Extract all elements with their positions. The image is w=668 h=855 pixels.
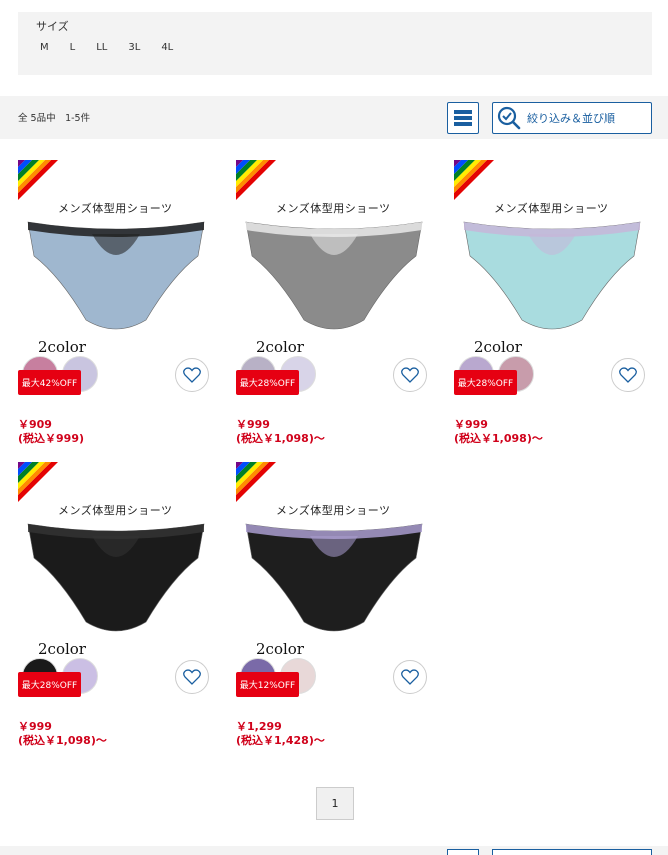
color-count: 2color bbox=[38, 640, 86, 658]
discount-badge: 最大28%OFF bbox=[454, 370, 517, 395]
product-card[interactable]: メンズ体型用ショーツ 2color 最大42%OFF ￥909 (税込￥999) bbox=[18, 160, 218, 450]
heart-icon bbox=[401, 669, 419, 685]
bottom-filter-sort-button[interactable] bbox=[492, 849, 652, 855]
product-card[interactable]: メンズ体型用ショーツ 2color 最大12%OFF ￥1,299 (税込￥1,… bbox=[236, 462, 436, 752]
product-card[interactable]: メンズ体型用ショーツ 2color 最大28%OFF ￥999 (税込￥1,09… bbox=[236, 160, 436, 450]
rainbow-flag-icon bbox=[454, 160, 494, 200]
size-option-3l[interactable]: 3L bbox=[128, 42, 140, 53]
filter-sort-label: 絞り込み＆並び順 bbox=[527, 112, 615, 125]
color-count: 2color bbox=[256, 338, 304, 356]
rainbow-flag-icon bbox=[18, 160, 58, 200]
product-title[interactable]: メンズ体型用ショーツ bbox=[276, 200, 391, 216]
product-title[interactable]: メンズ体型用ショーツ bbox=[276, 502, 391, 518]
size-option-m[interactable]: M bbox=[40, 42, 49, 53]
list-view-button[interactable] bbox=[447, 102, 479, 134]
list-icon bbox=[454, 110, 472, 126]
product-image[interactable] bbox=[458, 216, 646, 340]
rainbow-flag-icon bbox=[236, 462, 276, 502]
rainbow-flag-icon bbox=[18, 462, 58, 502]
favorite-button[interactable] bbox=[393, 660, 427, 694]
price-with-tax: (税込￥1,098)〜 bbox=[18, 734, 107, 747]
size-options: M L LL 3L 4L bbox=[40, 42, 194, 53]
product-image[interactable] bbox=[22, 518, 210, 642]
search-check-icon bbox=[497, 106, 521, 130]
product-card[interactable]: メンズ体型用ショーツ 2color 最大28%OFF ￥999 (税込￥1,09… bbox=[18, 462, 218, 752]
product-title[interactable]: メンズ体型用ショーツ bbox=[494, 200, 609, 216]
color-count: 2color bbox=[256, 640, 304, 658]
size-option-l[interactable]: L bbox=[70, 42, 76, 53]
product-image[interactable] bbox=[240, 518, 428, 642]
discount-badge: 最大28%OFF bbox=[236, 370, 299, 395]
color-count: 2color bbox=[474, 338, 522, 356]
price-with-tax: (税込￥999) bbox=[18, 432, 85, 445]
product-card[interactable]: メンズ体型用ショーツ 2color 最大28%OFF ￥999 (税込￥1,09… bbox=[454, 160, 654, 450]
bottom-list-view-button[interactable] bbox=[447, 849, 479, 855]
heart-icon bbox=[619, 367, 637, 383]
result-bar: 全 5品中 1-5件 絞り込み＆並び順 bbox=[0, 96, 668, 139]
page-button-1[interactable]: 1 bbox=[316, 787, 354, 820]
size-option-4l[interactable]: 4L bbox=[161, 42, 173, 53]
heart-icon bbox=[183, 669, 201, 685]
product-image[interactable] bbox=[240, 216, 428, 340]
product-title[interactable]: メンズ体型用ショーツ bbox=[58, 502, 173, 518]
favorite-button[interactable] bbox=[393, 358, 427, 392]
size-option-ll[interactable]: LL bbox=[96, 42, 107, 53]
color-count: 2color bbox=[38, 338, 86, 356]
discount-badge: 最大12%OFF bbox=[236, 672, 299, 697]
product-title[interactable]: メンズ体型用ショーツ bbox=[58, 200, 173, 216]
result-count: 全 5品中 1-5件 bbox=[18, 113, 91, 124]
discount-badge: 最大28%OFF bbox=[18, 672, 81, 697]
price-with-tax: (税込￥1,428)〜 bbox=[236, 734, 325, 747]
size-filter-title: サイズ bbox=[36, 20, 69, 33]
filter-sort-button[interactable]: 絞り込み＆並び順 bbox=[492, 102, 652, 134]
favorite-button[interactable] bbox=[611, 358, 645, 392]
product-image[interactable] bbox=[22, 216, 210, 340]
heart-icon bbox=[401, 367, 419, 383]
price-with-tax: (税込￥1,098)〜 bbox=[454, 432, 543, 445]
size-filter-panel: サイズ M L LL 3L 4L bbox=[18, 12, 652, 75]
discount-badge: 最大42%OFF bbox=[18, 370, 81, 395]
favorite-button[interactable] bbox=[175, 358, 209, 392]
favorite-button[interactable] bbox=[175, 660, 209, 694]
heart-icon bbox=[183, 367, 201, 383]
rainbow-flag-icon bbox=[236, 160, 276, 200]
price-with-tax: (税込￥1,098)〜 bbox=[236, 432, 325, 445]
